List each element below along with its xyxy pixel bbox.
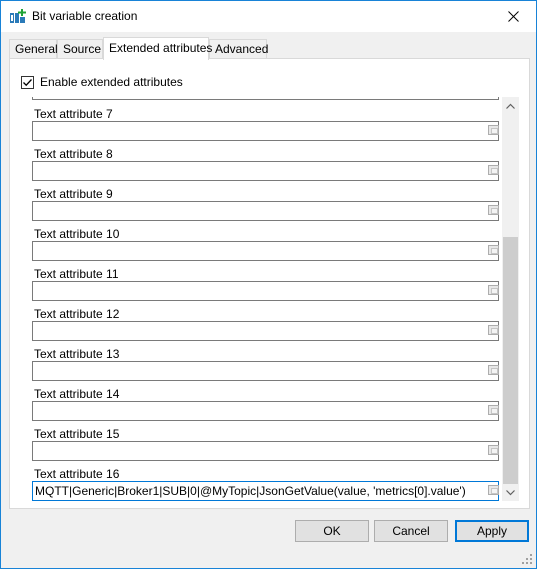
text-attribute-9-browse-button[interactable] xyxy=(488,205,499,215)
text-attribute-10-label: Text attribute 10 xyxy=(34,227,120,241)
tab-extended-attributes[interactable]: Extended attributes xyxy=(103,37,212,60)
attributes-scroll-panel[interactable]: Text attribute 7 Text attribute 8 Text a… xyxy=(18,97,521,501)
text-attribute-16-label: Text attribute 16 xyxy=(34,467,120,481)
text-attribute-8-browse-button[interactable] xyxy=(488,165,499,175)
text-attribute-15-input[interactable] xyxy=(32,441,499,461)
enable-extended-attributes-checkbox[interactable] xyxy=(21,75,34,89)
text-attribute-12-input[interactable] xyxy=(32,321,499,341)
app-icon xyxy=(10,9,26,23)
scroll-down-button[interactable] xyxy=(502,484,519,501)
text-attribute-9-input[interactable] xyxy=(32,201,499,221)
text-attribute-14-label: Text attribute 14 xyxy=(34,387,120,401)
title-bar[interactable]: Bit variable creation xyxy=(1,1,536,32)
scroll-up-button[interactable] xyxy=(502,97,519,114)
dialog-window: Bit variable creation General Source Ext… xyxy=(0,0,537,569)
text-attribute-6-input[interactable] xyxy=(32,97,499,100)
text-attribute-12-label: Text attribute 12 xyxy=(34,307,120,321)
close-button[interactable] xyxy=(490,1,536,32)
text-attribute-8-label: Text attribute 8 xyxy=(34,147,113,161)
text-attribute-13-browse-button[interactable] xyxy=(488,365,499,375)
tab-general[interactable]: General xyxy=(9,39,58,59)
tab-strip: General Source Extended attributes Advan… xyxy=(9,37,529,60)
cancel-button[interactable]: Cancel xyxy=(374,520,448,542)
text-attribute-8-input[interactable] xyxy=(32,161,499,181)
text-attribute-10-browse-button[interactable] xyxy=(488,245,499,255)
tab-source[interactable]: Source xyxy=(57,39,103,59)
text-attribute-14-browse-button[interactable] xyxy=(488,405,499,415)
vertical-scrollbar[interactable] xyxy=(502,97,519,501)
apply-button[interactable]: Apply xyxy=(455,520,529,542)
text-attribute-12-browse-button[interactable] xyxy=(488,325,499,335)
text-attribute-11-input[interactable] xyxy=(32,281,499,301)
text-attribute-11-label: Text attribute 11 xyxy=(34,267,119,281)
chevron-up-icon xyxy=(506,103,515,109)
text-attribute-15-browse-button[interactable] xyxy=(488,445,499,455)
checkmark-icon xyxy=(23,78,32,86)
text-attribute-16-input[interactable]: MQTT|Generic|Broker1|SUB|0|@MyTopic|Json… xyxy=(32,481,499,501)
text-attribute-9-label: Text attribute 9 xyxy=(34,187,113,201)
text-attribute-13-label: Text attribute 13 xyxy=(34,347,120,361)
text-attribute-11-browse-button[interactable] xyxy=(488,285,499,295)
ok-button[interactable]: OK xyxy=(295,520,369,542)
text-attribute-7-input[interactable] xyxy=(32,121,499,141)
resize-grip-icon[interactable] xyxy=(521,553,533,565)
text-attribute-10-input[interactable] xyxy=(32,241,499,261)
enable-extended-attributes-label: Enable extended attributes xyxy=(40,75,183,89)
text-attribute-16-browse-button[interactable] xyxy=(488,485,499,495)
tab-page-extended-attributes: Enable extended attributes Text attribut… xyxy=(9,58,530,509)
chevron-down-icon xyxy=(506,489,515,495)
enable-extended-attributes-row[interactable]: Enable extended attributes xyxy=(21,75,183,89)
scrollbar-thumb[interactable] xyxy=(503,237,518,484)
close-icon xyxy=(507,11,519,22)
tab-advanced[interactable]: Advanced xyxy=(209,39,268,59)
text-attribute-15-label: Text attribute 15 xyxy=(34,427,120,441)
window-title: Bit variable creation xyxy=(32,9,138,23)
text-attribute-14-input[interactable] xyxy=(32,401,499,421)
text-attribute-7-browse-button[interactable] xyxy=(488,125,499,135)
text-attribute-7-label: Text attribute 7 xyxy=(34,107,113,121)
text-attribute-13-input[interactable] xyxy=(32,361,499,381)
